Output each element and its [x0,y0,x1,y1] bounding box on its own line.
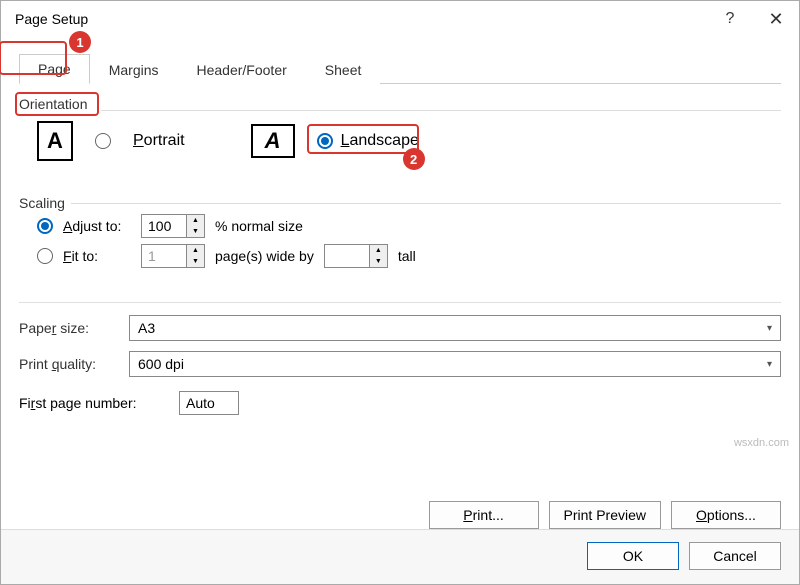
spinner-down-icon[interactable]: ▼ [187,256,204,267]
portrait-page-icon: A [37,121,73,161]
fit-tall-input[interactable] [325,245,369,267]
titlebar: Page Setup ? ✕ [1,1,799,37]
print-quality-row: Print quality: 600 dpi ▾ [19,351,781,377]
tab-sheet[interactable]: Sheet [306,55,381,84]
spinner-down-icon[interactable]: ▼ [187,226,204,237]
print-quality-value: 600 dpi [138,356,184,372]
callout-number-2: 2 [403,148,425,170]
first-page-row: First page number: [19,391,781,415]
portrait-label: Portrait [133,132,185,150]
scaling-legend: Scaling [19,195,65,211]
dialog-footer: OK Cancel [1,529,799,584]
spinner-up-icon[interactable]: ▲ [187,215,204,226]
orientation-section: Orientation A Portrait A Landscape 2 [19,96,781,173]
orientation-legend: Orientation [19,96,87,112]
fit-to-row: Fit to: ▲▼ page(s) wide by ▲▼ tall [37,244,781,268]
landscape-radio[interactable] [317,133,333,149]
fit-to-radio[interactable] [37,248,53,264]
orientation-row: A Portrait A Landscape 2 [37,121,781,161]
adjust-to-input[interactable] [142,215,186,237]
paper-size-combo[interactable]: A3 ▾ [129,315,781,341]
page-setup-dialog: Page Setup ? ✕ Page Margins Header/Foote… [0,0,800,585]
help-button[interactable]: ? [707,1,753,37]
print-button[interactable]: Print... [429,501,539,529]
scaling-section: Scaling Adjust to: ▲▼ % normal size Fit … [19,195,781,286]
paper-size-row: Paper size: A3 ▾ [19,315,781,341]
cancel-button[interactable]: Cancel [689,542,781,570]
tabstrip: Page Margins Header/Footer Sheet [19,53,781,84]
fit-wide-spinner[interactable]: ▲▼ [141,244,205,268]
tab-header-footer[interactable]: Header/Footer [178,55,306,84]
first-page-input[interactable] [179,391,239,415]
adjust-to-row: Adjust to: ▲▼ % normal size [37,214,781,238]
portrait-radio[interactable] [95,133,111,149]
fit-wide-input[interactable] [142,245,186,267]
fit-to-label: Fit to: [63,248,131,264]
landscape-label: Landscape [341,132,419,150]
chevron-down-icon: ▾ [767,323,772,334]
close-button[interactable]: ✕ [753,1,799,37]
callout-number-1: 1 [69,31,91,53]
adjust-to-radio[interactable] [37,218,53,234]
adjust-to-label: Adjust to: [63,218,131,234]
normal-size-label: % normal size [215,218,303,234]
first-page-label: First page number: [19,395,169,411]
spinner-down-icon[interactable]: ▼ [370,256,387,267]
dialog-content: Page Margins Header/Footer Sheet 1 Orien… [1,37,799,491]
tab-margins[interactable]: Margins [90,55,178,84]
options-button[interactable]: Options... [671,501,781,529]
print-quality-label: Print quality: [19,356,119,372]
adjust-to-spinner[interactable]: ▲▼ [141,214,205,238]
spinner-up-icon[interactable]: ▲ [370,245,387,256]
spinner-up-icon[interactable]: ▲ [187,245,204,256]
tall-label: tall [398,248,416,264]
print-quality-combo[interactable]: 600 dpi ▾ [129,351,781,377]
fit-tall-spinner[interactable]: ▲▼ [324,244,388,268]
tab-page[interactable]: Page [19,54,90,84]
paper-size-value: A3 [138,320,155,336]
ok-button[interactable]: OK [587,542,679,570]
pages-wide-by-label: page(s) wide by [215,248,314,264]
paper-size-label: Paper size: [19,320,119,336]
separator [19,302,781,303]
chevron-down-icon: ▾ [767,359,772,370]
dialog-title: Page Setup [15,11,707,27]
watermark: wsxdn.com [734,437,789,449]
action-button-row: Print... Print Preview Options... [1,491,799,529]
print-preview-button[interactable]: Print Preview [549,501,661,529]
landscape-page-icon: A [251,124,295,158]
